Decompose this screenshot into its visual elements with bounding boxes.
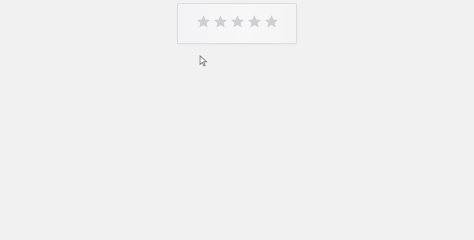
star-rating[interactable] (196, 14, 279, 29)
page: { "rating": { "value": 0, "max": 5, "sta… (0, 0, 474, 237)
star-icon[interactable] (247, 14, 262, 29)
star-icon[interactable] (264, 14, 279, 29)
mouse-pointer-icon (199, 52, 208, 67)
star-rating-widget[interactable] (177, 3, 297, 44)
star-icon[interactable] (230, 14, 245, 29)
star-icon[interactable] (196, 14, 211, 29)
star-icon[interactable] (213, 14, 228, 29)
